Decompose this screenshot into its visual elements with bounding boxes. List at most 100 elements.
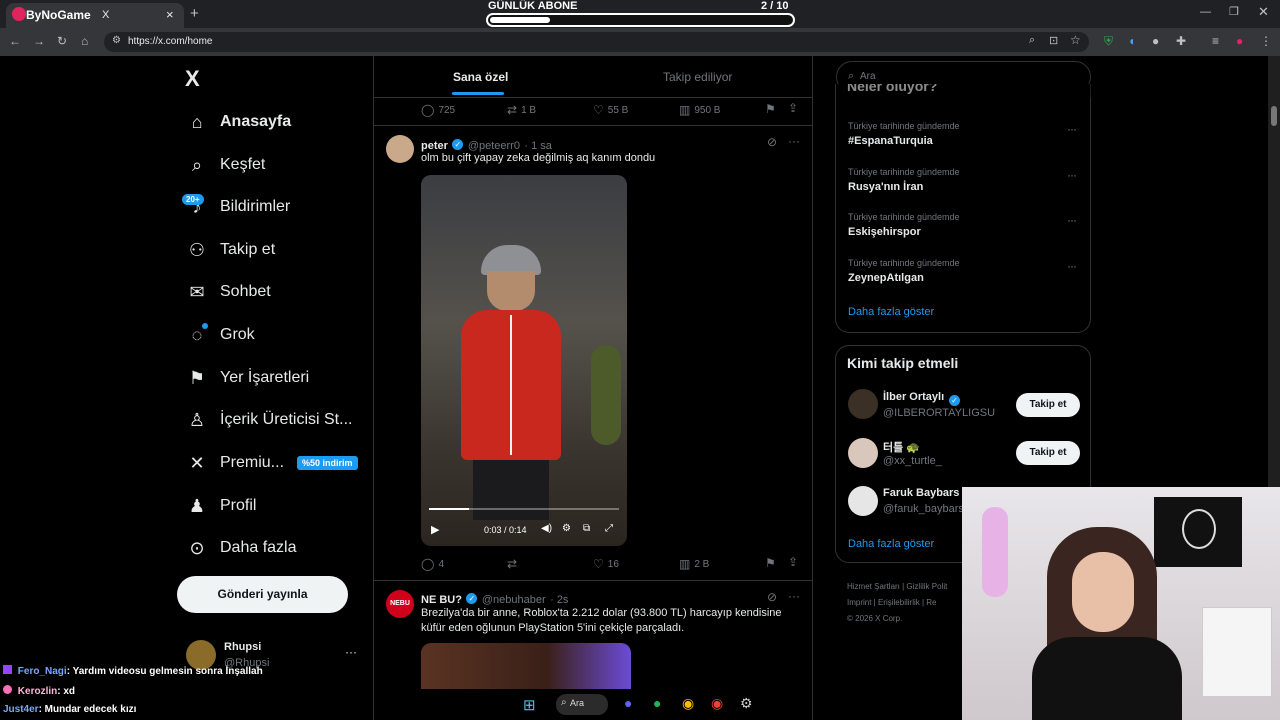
trend-more-icon[interactable]: ··· bbox=[1067, 168, 1077, 182]
fullscreen-icon[interactable]: ⤢ bbox=[605, 523, 613, 534]
tweet1-share-icon[interactable]: ⇪ bbox=[788, 555, 798, 569]
trend-item[interactable]: Türkiye tarihinde gündemde ZeynepAtılgan bbox=[848, 258, 960, 284]
tweet2-avatar[interactable]: NEBU bbox=[386, 590, 414, 618]
install-icon[interactable]: ⊡ bbox=[1049, 34, 1058, 47]
tweet2-more-icon[interactable]: ··· bbox=[788, 589, 800, 603]
tweet1-repost-action[interactable]: ⇄ bbox=[507, 557, 521, 571]
nav-item-grok[interactable]: ◌ Grok bbox=[186, 320, 255, 350]
show-more-follow-link[interactable]: Daha fazla göster bbox=[848, 538, 934, 550]
minimize-icon[interactable]: — bbox=[1200, 6, 1211, 18]
tweet2-time[interactable]: · 2s bbox=[550, 594, 568, 606]
tweet2-name[interactable]: NE BU? bbox=[421, 594, 462, 606]
app-icon[interactable]: ⚙ bbox=[740, 695, 753, 712]
follow-button[interactable]: Takip et bbox=[1016, 393, 1080, 417]
share-action-icon[interactable]: ⇪ bbox=[788, 101, 798, 115]
taskbar-search[interactable]: ⌕ Ara bbox=[556, 694, 608, 715]
discord-icon[interactable]: ● bbox=[624, 695, 632, 711]
chrome-active-icon[interactable]: ◉ bbox=[711, 695, 723, 712]
zoom-icon[interactable]: ⌕ bbox=[1029, 34, 1035, 47]
trend-item[interactable]: Türkiye tarihinde gündemde Rusya'nın İra… bbox=[848, 167, 960, 193]
post-button[interactable]: Gönderi yayınla bbox=[177, 576, 348, 613]
nav-item-more[interactable]: ⊙ Daha fazla bbox=[186, 533, 296, 563]
tweet1-views-action[interactable]: ▥ 2 B bbox=[679, 557, 709, 571]
heart-icon: ♡ bbox=[593, 103, 604, 117]
repost-icon: ⇄ bbox=[507, 557, 518, 571]
taskbar-search-label: Ara bbox=[570, 698, 585, 708]
trend-more-icon[interactable]: ··· bbox=[1067, 213, 1077, 227]
trend-item[interactable]: Türkiye tarihinde gündemde #EspanaTurqui… bbox=[848, 121, 960, 147]
follow-button[interactable]: Takip et bbox=[1016, 441, 1080, 465]
trend-more-icon[interactable]: ··· bbox=[1067, 122, 1077, 136]
profile-avatar-icon[interactable]: ● bbox=[1236, 34, 1243, 48]
sub-goal-progress-bar bbox=[486, 13, 795, 27]
forward-icon[interactable]: → bbox=[33, 34, 45, 48]
nav-item-messages[interactable]: ✉ Sohbet bbox=[186, 277, 270, 307]
suggestion-name[interactable]: Faruk Baybars bbox=[883, 487, 959, 499]
grok-explain-icon[interactable]: ⊘ bbox=[767, 590, 777, 604]
restore-icon[interactable]: ❐ bbox=[1229, 5, 1239, 18]
prev-views-action[interactable]: ▥ 950 B bbox=[679, 103, 720, 117]
home-browser-icon[interactable]: ⌂ bbox=[81, 34, 88, 48]
nav-item-creator-studio[interactable]: ♙ İçerik Üreticisi St... bbox=[186, 405, 353, 435]
browser-menu-icon[interactable]: ⋮ bbox=[1260, 34, 1272, 48]
tab-following[interactable]: Takip ediliyor bbox=[663, 70, 732, 84]
address-bar[interactable]: ⚙ https://x.com/home ⌕ ⊡ ☆ bbox=[104, 32, 1089, 52]
tweet1-more-icon[interactable]: ··· bbox=[788, 134, 800, 148]
account-more-icon[interactable]: ··· bbox=[345, 645, 357, 659]
browser-tab[interactable]: ByNoGame X × bbox=[6, 3, 184, 28]
reload-icon[interactable]: ↻ bbox=[57, 34, 67, 48]
window-close-icon[interactable]: ✕ bbox=[1258, 4, 1269, 20]
site-info-icon[interactable]: ⚙ bbox=[112, 35, 121, 46]
suggestion-avatar[interactable] bbox=[848, 389, 878, 419]
scrollbar-thumb[interactable] bbox=[1271, 106, 1277, 126]
star-icon[interactable]: ☆ bbox=[1070, 33, 1081, 47]
suggestion-avatar[interactable] bbox=[848, 438, 878, 468]
suggestion-avatar[interactable] bbox=[848, 486, 878, 516]
trend-more-icon[interactable]: ··· bbox=[1067, 259, 1077, 273]
play-icon[interactable]: ▶ bbox=[431, 523, 439, 536]
nav-item-premium[interactable]: ✕ Premiu... %50 indirim bbox=[186, 448, 358, 478]
extensions-icon[interactable]: ✚ bbox=[1176, 34, 1186, 48]
back-icon[interactable]: ← bbox=[9, 34, 21, 48]
show-more-trends-link[interactable]: Daha fazla göster bbox=[848, 306, 934, 318]
prev-reply-action[interactable]: ◯ 725 bbox=[421, 103, 455, 117]
tweet2-handle[interactable]: @nebuhaber bbox=[482, 594, 546, 606]
tweet2-media[interactable] bbox=[421, 643, 631, 689]
volume-icon[interactable]: ◀) bbox=[541, 523, 552, 534]
settings-icon[interactable]: ⚙ bbox=[562, 523, 571, 534]
tweet1-bookmark-icon[interactable]: ⚑ bbox=[765, 556, 776, 570]
tweet1-avatar[interactable] bbox=[386, 135, 414, 163]
footer-line1[interactable]: Hizmet Şartları | Gizlilik Polit bbox=[847, 579, 962, 595]
footer-line2[interactable]: Imprint | Erişilebilirlik | Re bbox=[847, 595, 962, 611]
extension-audio-icon[interactable]: ◖ bbox=[1128, 34, 1135, 48]
nav-item-explore[interactable]: ⌕ Keşfet bbox=[186, 150, 265, 180]
extension-shield-icon[interactable]: ⛨ bbox=[1104, 34, 1113, 48]
nav-label-follow: Takip et bbox=[220, 241, 276, 258]
windows-start-icon[interactable]: ⊞ bbox=[523, 696, 536, 714]
new-tab-button[interactable]: + bbox=[190, 5, 199, 22]
spotify-icon[interactable]: ● bbox=[653, 695, 661, 711]
nav-item-follow[interactable]: ⚇ Takip et bbox=[186, 235, 275, 265]
pip-icon[interactable]: ⧉ bbox=[583, 523, 590, 534]
media-icon[interactable]: ≡ bbox=[1212, 34, 1219, 48]
chat-message: Fero_Nagi: Yardım videosu gelmesin sonra… bbox=[3, 665, 263, 677]
tweet1-like-action[interactable]: ♡ 16 bbox=[593, 557, 619, 571]
bookmark-action-icon[interactable]: ⚑ bbox=[765, 102, 776, 116]
x-logo[interactable]: X bbox=[185, 66, 200, 92]
tab-close-icon[interactable]: × bbox=[166, 7, 174, 22]
prev-repost-action[interactable]: ⇄ 1 B bbox=[507, 103, 536, 117]
tab-for-you[interactable]: Sana özel bbox=[453, 70, 508, 84]
nav-item-bookmarks[interactable]: ⚑ Yer İşaretleri bbox=[186, 363, 309, 393]
extension-cookie-icon[interactable]: ● bbox=[1152, 34, 1159, 48]
grok-explain-icon[interactable]: ⊘ bbox=[767, 135, 777, 149]
nav-item-profile[interactable]: ♟ Profil bbox=[186, 491, 257, 521]
trend-item[interactable]: Türkiye tarihinde gündemde Eskişehirspor bbox=[848, 212, 960, 238]
chrome-icon[interactable]: ◉ bbox=[682, 695, 694, 712]
nav-item-home[interactable]: ⌂ Anasayfa bbox=[186, 107, 292, 137]
video-progress-track[interactable] bbox=[429, 508, 619, 510]
suggestion-name[interactable]: 터틀 🐢 bbox=[883, 439, 920, 455]
tweet1-reply-action[interactable]: ◯ 4 bbox=[421, 557, 444, 571]
tweet1-video[interactable]: ▶ 0:03 / 0:14 ◀) ⚙ ⧉ ⤢ bbox=[421, 175, 627, 546]
suggestion-name[interactable]: İlber Ortaylı bbox=[883, 391, 944, 403]
prev-like-action[interactable]: ♡ 55 B bbox=[593, 103, 628, 117]
